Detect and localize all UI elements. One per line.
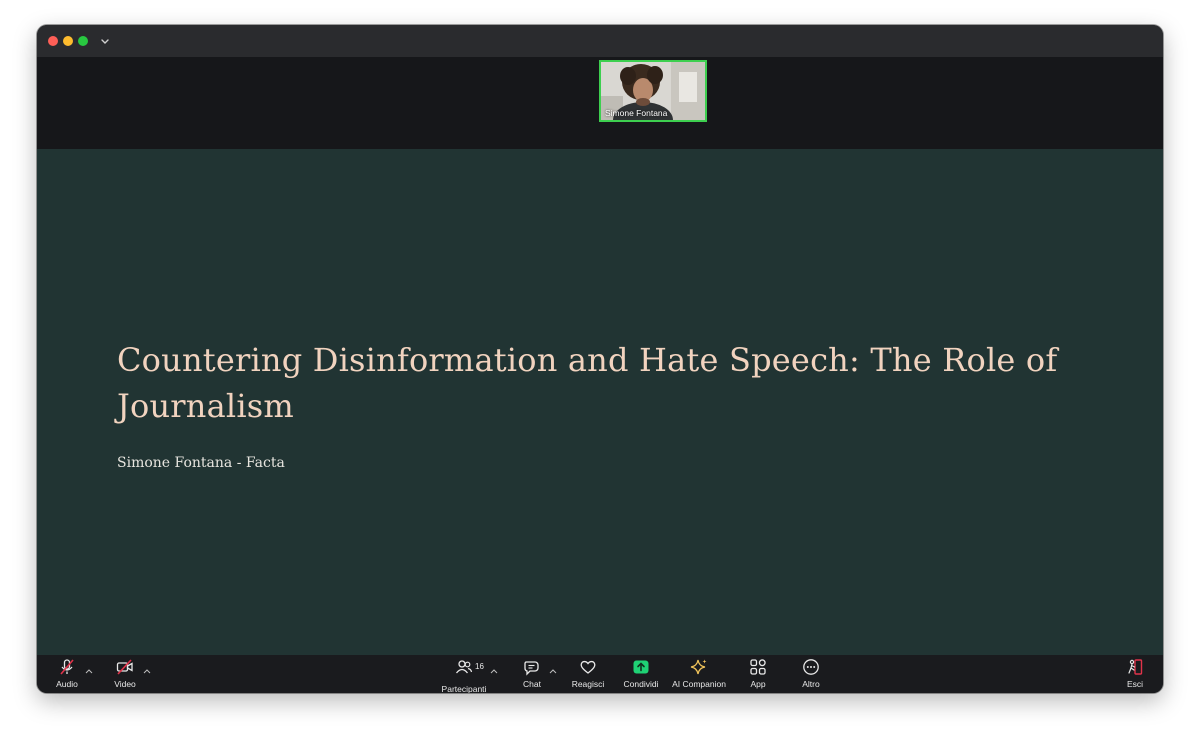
- meeting-toolbar: Audio Video Partecipanti 16 Chat Reagisc…: [37, 655, 1163, 693]
- ellipsis-icon: [771, 658, 851, 676]
- people-icon: [455, 658, 473, 676]
- participants-count: 16: [475, 662, 484, 671]
- leave-button[interactable]: Esci: [1095, 658, 1163, 692]
- leave-label: Esci: [1126, 679, 1144, 689]
- exit-icon: [1095, 658, 1163, 676]
- participant-video-thumbnail[interactable]: Simone Fontana: [599, 60, 707, 122]
- video-label: Video: [114, 679, 136, 689]
- video-button[interactable]: Video: [85, 658, 165, 692]
- shared-slide: Countering Disinformation and Hate Speec…: [37, 149, 1163, 655]
- title-bar: [37, 25, 1163, 57]
- meeting-window: Simone Fontana Countering Disinformation…: [37, 25, 1163, 693]
- more-label: Altro: [802, 679, 820, 689]
- minimize-button[interactable]: [63, 36, 73, 46]
- more-button[interactable]: Altro: [771, 658, 851, 692]
- video-options-caret-icon[interactable]: [143, 661, 151, 674]
- close-button[interactable]: [48, 36, 58, 46]
- slide-subtitle: Simone Fontana - Facta: [117, 455, 285, 471]
- zoom-button[interactable]: [78, 36, 88, 46]
- camera-off-icon: [85, 658, 165, 676]
- chevron-down-icon[interactable]: [98, 34, 112, 48]
- participant-name-label: Simone Fontana: [605, 108, 668, 118]
- slide-title: Countering Disinformation and Hate Speec…: [117, 341, 1058, 425]
